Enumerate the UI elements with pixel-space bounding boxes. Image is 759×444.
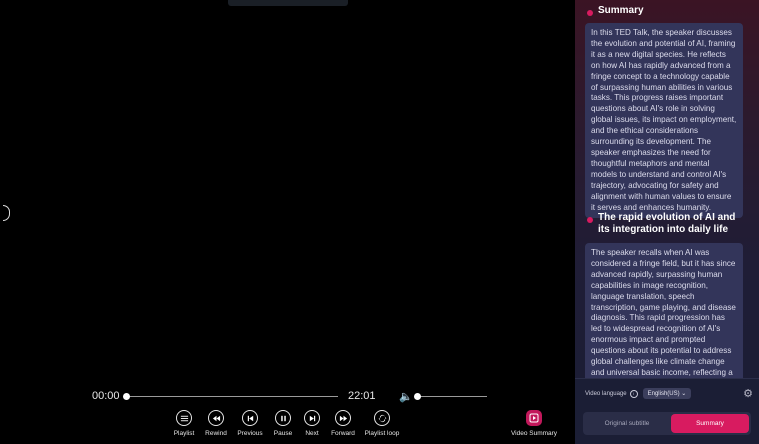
seek-handle[interactable] — [123, 393, 130, 400]
duration: 22:01 — [348, 390, 376, 402]
current-time: 00:00 — [92, 390, 120, 402]
language-select[interactable]: English(US) ⌄ — [642, 388, 692, 399]
info-icon[interactable]: i — [629, 389, 638, 398]
playlist-loop-button[interactable]: Playlist loop — [362, 410, 402, 437]
video-summary-button[interactable]: Video Summary — [508, 410, 560, 437]
tab-summary[interactable]: Summary — [671, 414, 749, 433]
rewind-icon — [208, 410, 224, 426]
gear-icon[interactable]: ⚙ — [743, 387, 753, 400]
video-summary-icon — [526, 410, 542, 426]
language-label: Video language — [585, 390, 627, 397]
next-icon — [304, 410, 320, 426]
bullet-dot-icon — [587, 217, 593, 223]
section-heading: The rapid evolution of AI and its integr… — [587, 212, 745, 236]
previous-icon — [242, 410, 258, 426]
section-title: Summary — [598, 5, 644, 16]
volume-slider[interactable] — [414, 393, 487, 400]
top-handle — [228, 0, 348, 6]
bullet-dot-icon — [587, 10, 593, 16]
video-area[interactable]: 00:00 22:01 🔈 Playlist Rewind Previous P… — [0, 0, 575, 443]
language-value: English(US) — [647, 391, 680, 397]
playlist-loop-label: Playlist loop — [364, 430, 400, 437]
tab-original-subtitle[interactable]: Original subtitle — [587, 412, 667, 435]
section-card: In this TED Talk, the speaker discusses … — [585, 23, 743, 219]
panel-footer: Video language i English(US) ⌄ ⚙ Origina… — [575, 378, 759, 444]
collapse-handle-icon[interactable] — [3, 205, 10, 221]
summary-panel: Summary In this TED Talk, the speaker di… — [575, 0, 759, 443]
volume-icon[interactable]: 🔈 — [399, 390, 413, 403]
section-heading: Summary — [587, 5, 745, 17]
section-title: The rapid evolution of AI and its integr… — [598, 212, 736, 235]
playlist-icon — [176, 410, 192, 426]
language-row: Video language i English(US) ⌄ — [585, 388, 692, 399]
section-card: The speaker recalls when AI was consider… — [585, 243, 743, 378]
seek-bar[interactable] — [123, 393, 338, 400]
forward-button[interactable]: Forward — [323, 410, 363, 437]
volume-handle[interactable] — [414, 393, 421, 400]
forward-label: Forward — [331, 430, 355, 437]
summary-scroll-area[interactable]: Summary In this TED Talk, the speaker di… — [575, 0, 759, 378]
forward-icon — [335, 410, 351, 426]
video-summary-label: Video Summary — [510, 430, 558, 437]
pause-icon — [275, 410, 291, 426]
loop-icon — [374, 410, 390, 426]
subtitle-mode-toggle: Original subtitle Summary — [583, 412, 751, 435]
